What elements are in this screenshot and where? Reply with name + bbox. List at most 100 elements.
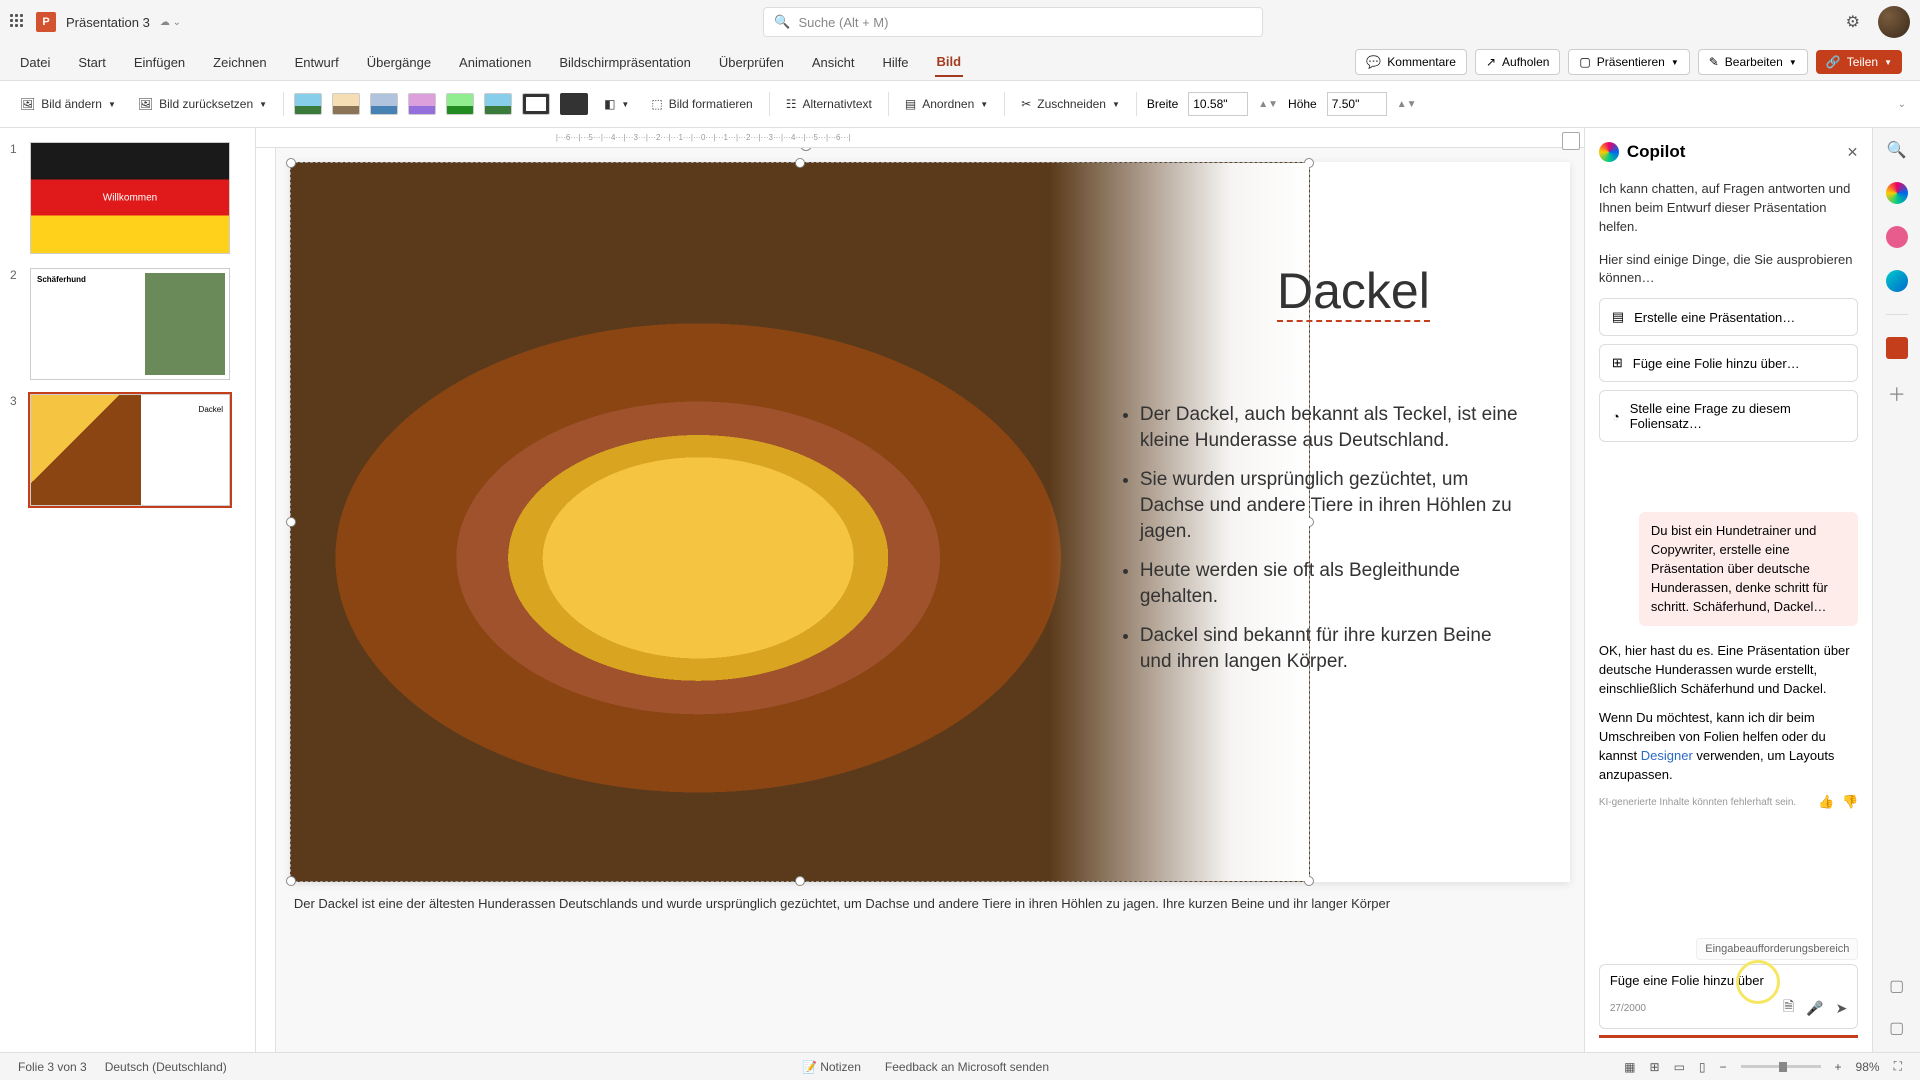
app-launcher-icon[interactable]	[10, 14, 26, 30]
speaker-notes[interactable]: Der Dackel ist eine der ältesten Hundera…	[290, 896, 1570, 911]
thumbnail-1[interactable]: Willkommen	[30, 142, 230, 254]
view-slideshow-icon[interactable]: ▯	[1699, 1060, 1706, 1074]
view-sorter-icon[interactable]: ⊞	[1650, 1060, 1660, 1074]
status-language[interactable]: Deutsch (Deutschland)	[105, 1060, 227, 1074]
fit-to-window-icon[interactable]: ⛶	[1894, 1059, 1902, 1074]
rail-search-icon[interactable]: 🔍	[1887, 140, 1907, 160]
status-notes-button[interactable]: 📝 Notizen	[802, 1060, 861, 1074]
style-swatch-3[interactable]	[370, 93, 398, 115]
tab-ansicht[interactable]: Ansicht	[810, 49, 857, 76]
attach-icon[interactable]: 🗎	[1783, 996, 1794, 1020]
slide-bullets[interactable]: Der Dackel, auch bekannt als Teckel, ist…	[1140, 402, 1520, 689]
format-image-button[interactable]: ⬚ Bild formatieren	[645, 93, 758, 115]
arrange-button[interactable]: ▤ Anordnen ▼	[899, 93, 994, 115]
resize-handle[interactable]	[795, 158, 805, 168]
reset-image-button[interactable]: 🖼 Bild zurücksetzen ▼	[132, 93, 273, 115]
style-swatch-4[interactable]	[408, 93, 436, 115]
style-swatch-7[interactable]	[522, 93, 550, 115]
copilot-chip-create[interactable]: ▤Erstelle eine Präsentation…	[1599, 298, 1859, 336]
tab-uebergaenge[interactable]: Übergänge	[365, 49, 433, 76]
rail-copilot-icon[interactable]	[1886, 182, 1908, 204]
thumbnail-3[interactable]: Dackel	[30, 394, 230, 506]
width-label: Breite	[1147, 97, 1178, 111]
rotate-handle[interactable]	[800, 148, 812, 151]
right-rail: 🔍 ＋ ▢ ▢	[1872, 128, 1920, 1052]
bullet-4: Dackel sind bekannt für ihre kurzen Bein…	[1140, 623, 1520, 674]
comments-button[interactable]: 💬 Kommentare	[1355, 49, 1467, 75]
question-icon: ◔	[1612, 409, 1620, 424]
resize-handle[interactable]	[795, 876, 805, 886]
view-normal-icon[interactable]: ▦	[1624, 1060, 1635, 1074]
tab-start[interactable]: Start	[76, 49, 107, 76]
user-avatar[interactable]	[1878, 6, 1910, 38]
present-button[interactable]: ▢ Präsentieren ▼	[1568, 49, 1689, 75]
copilot-input[interactable]	[1610, 973, 1848, 988]
view-reading-icon[interactable]: ▭	[1674, 1060, 1685, 1074]
zoom-slider[interactable]	[1741, 1065, 1821, 1068]
copilot-chip-question[interactable]: ◔Stelle eine Frage zu diesem Foliensatz…	[1599, 390, 1859, 442]
tab-animationen[interactable]: Animationen	[457, 49, 533, 76]
saved-indicator: ☁ ⌄	[160, 17, 181, 28]
tab-bildschirmpraesentation[interactable]: Bildschirmpräsentation	[557, 49, 693, 76]
rail-add-icon[interactable]: ＋	[1888, 381, 1906, 407]
ribbon-expand-icon[interactable]: ⌄	[1898, 99, 1906, 110]
tab-bild[interactable]: Bild	[935, 48, 964, 77]
zoom-in-icon[interactable]: +	[1835, 1060, 1842, 1074]
tab-ueberpruefen[interactable]: Überprüfen	[717, 49, 786, 76]
zoom-value[interactable]: 98%	[1856, 1060, 1880, 1074]
slide-canvas[interactable]: Dackel Der Dackel, auch bekannt als Teck…	[290, 162, 1570, 882]
thumbnail-panel: 1 Willkommen 2 Schäferhund 3 Dackel	[0, 128, 256, 1052]
resize-handle[interactable]	[286, 517, 296, 527]
change-image-button[interactable]: 🖼 Bild ändern ▼	[14, 93, 122, 115]
copilot-chip-add-slide[interactable]: ⊞Füge eine Folie hinzu über…	[1599, 344, 1859, 382]
style-swatch-6[interactable]	[484, 93, 512, 115]
settings-icon[interactable]: ⚙	[1846, 12, 1860, 32]
tab-datei[interactable]: Datei	[18, 49, 52, 76]
thumbs-down-icon[interactable]: 👎	[1842, 794, 1858, 810]
style-swatch-2[interactable]	[332, 93, 360, 115]
tab-zeichnen[interactable]: Zeichnen	[211, 49, 268, 76]
rail-dictionary-icon[interactable]	[1886, 337, 1908, 359]
zoom-out-icon[interactable]: −	[1720, 1060, 1727, 1074]
slides-icon: ▤	[1612, 309, 1624, 325]
style-swatch-1[interactable]	[294, 93, 322, 115]
search-input[interactable]: 🔍 Suche (Alt + M)	[763, 7, 1263, 37]
style-swatch-8[interactable]	[560, 93, 588, 115]
footnote-icon[interactable]	[1562, 132, 1580, 150]
rail-people-icon[interactable]	[1886, 226, 1908, 248]
width-input[interactable]	[1188, 92, 1248, 116]
rail-collapse-icon[interactable]: ▢	[1889, 1018, 1904, 1038]
transparency-button[interactable]: ◧ ▼	[598, 93, 635, 115]
height-input[interactable]	[1327, 92, 1387, 116]
powerpoint-icon: P	[36, 12, 56, 32]
copilot-close-icon[interactable]: ✕	[1847, 144, 1859, 161]
thumb-num-3: 3	[10, 394, 22, 506]
slide-title[interactable]: Dackel	[1277, 262, 1430, 322]
thumbnail-2[interactable]: Schäferhund	[30, 268, 230, 380]
mic-icon[interactable]: 🎤	[1806, 1000, 1823, 1017]
tab-hilfe[interactable]: Hilfe	[881, 49, 911, 76]
document-title[interactable]: Präsentation 3	[66, 15, 150, 30]
tab-entwurf[interactable]: Entwurf	[293, 49, 341, 76]
send-icon[interactable]: ➤	[1836, 1000, 1848, 1017]
catchup-button[interactable]: ↗ Aufholen	[1475, 49, 1560, 75]
alt-text-button[interactable]: ☷ Alternativtext	[780, 93, 878, 115]
style-swatch-5[interactable]	[446, 93, 474, 115]
designer-link[interactable]: Designer	[1641, 748, 1693, 763]
thumbs-up-icon[interactable]: 👍	[1818, 794, 1834, 810]
share-button[interactable]: 🔗 Teilen ▼	[1816, 50, 1902, 74]
tab-einfuegen[interactable]: Einfügen	[132, 49, 187, 76]
add-slide-icon: ⊞	[1612, 355, 1623, 371]
resize-handle[interactable]	[1304, 158, 1314, 168]
edit-button[interactable]: ✎ Bearbeiten ▼	[1698, 49, 1808, 75]
rail-edge-icon[interactable]	[1886, 270, 1908, 292]
rail-panel-icon[interactable]: ▢	[1889, 976, 1904, 996]
copilot-title: Copilot	[1627, 142, 1686, 162]
search-icon: 🔍	[774, 14, 790, 30]
crop-button[interactable]: ✂ Zuschneiden ▼	[1015, 93, 1126, 115]
status-feedback-button[interactable]: Feedback an Microsoft senden	[885, 1060, 1049, 1074]
resize-handle[interactable]	[1304, 876, 1314, 886]
resize-handle[interactable]	[286, 876, 296, 886]
resize-handle[interactable]	[286, 158, 296, 168]
copilot-subtext: Hier sind einige Dinge, die Sie ausprobi…	[1599, 251, 1859, 289]
